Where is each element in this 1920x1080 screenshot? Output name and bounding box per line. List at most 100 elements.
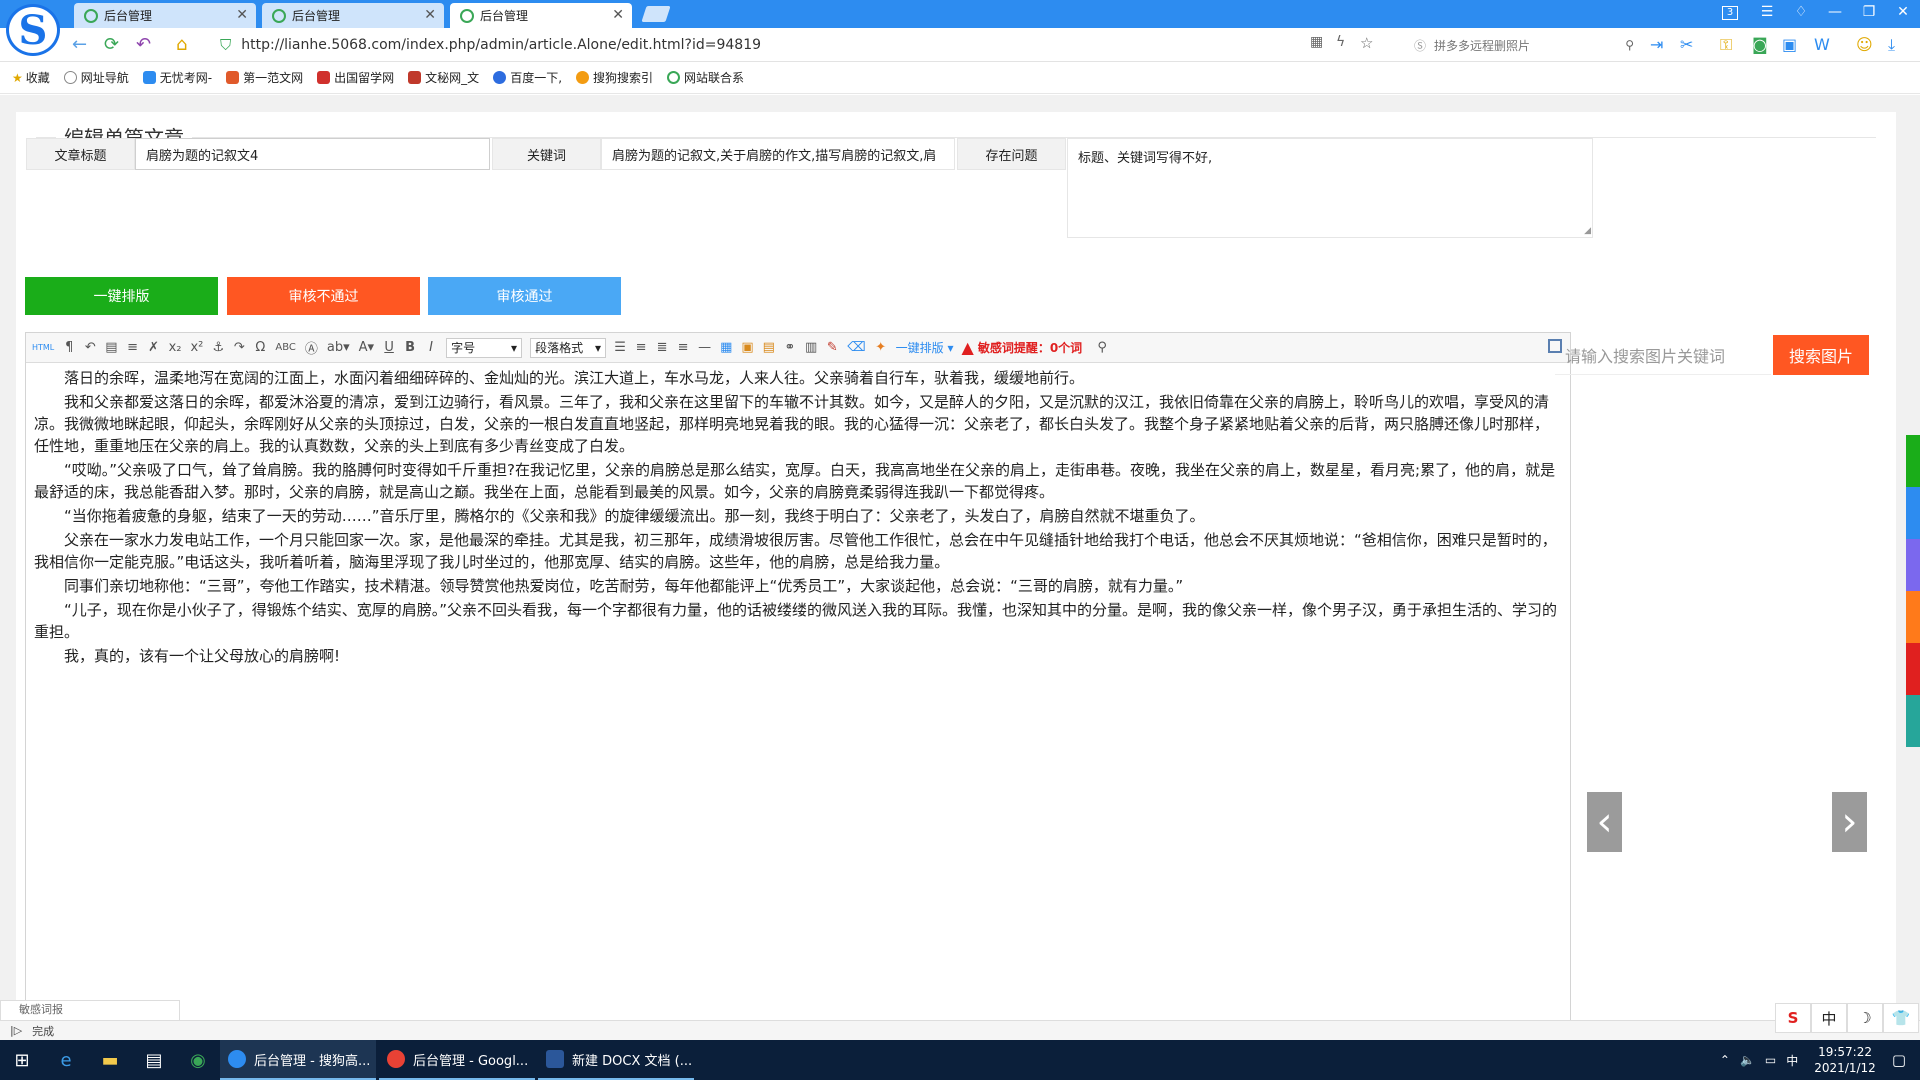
editor-content[interactable]: 落日的余晖，温柔地泻在宽阔的江面上，水面闪着细细碎碎的、金灿灿的光。滨江大道上，… xyxy=(26,363,1570,667)
lightning-icon[interactable]: ϟ xyxy=(1336,34,1345,50)
grid-icon[interactable]: ▦ xyxy=(1310,34,1323,50)
italic-icon[interactable]: I xyxy=(425,340,437,355)
strip-segment[interactable] xyxy=(1906,435,1920,487)
skin-icon[interactable]: ♢ xyxy=(1790,4,1812,20)
browser-tab-3[interactable]: 后台管理 ✕ xyxy=(450,3,632,28)
bookmark-item[interactable]: 文秘网_文 xyxy=(408,69,479,86)
store-icon[interactable]: ▤ xyxy=(132,1040,176,1080)
resize-handle-icon[interactable]: ◢ xyxy=(1584,226,1591,236)
remove-format-icon[interactable]: ✗ xyxy=(148,340,160,355)
strip-segment[interactable] xyxy=(1906,643,1920,695)
strikethrough-icon[interactable]: ABC xyxy=(275,342,296,353)
top-search-input[interactable]: Ⓢ 拼多多远程删照片 ⚲ xyxy=(1414,33,1634,57)
ime-chinese-toggle[interactable]: 中 xyxy=(1811,1003,1847,1033)
star-icon[interactable]: ☆ xyxy=(1360,34,1373,52)
bookmark-item[interactable]: 第一范文网 xyxy=(226,69,303,86)
word-icon[interactable]: W xyxy=(1814,35,1830,54)
edge-icon[interactable]: e xyxy=(44,1040,88,1080)
find-replace-icon[interactable]: ⚭ xyxy=(784,340,796,355)
close-icon[interactable]: ✕ xyxy=(236,7,248,23)
anchor-icon[interactable]: ⚓ xyxy=(212,340,225,355)
brush-icon[interactable]: ✎ xyxy=(826,340,838,355)
refresh-icon[interactable]: ⟳ xyxy=(104,34,119,55)
insert-image-icon[interactable]: ▣ xyxy=(741,340,753,355)
bookmark-item[interactable]: 网址导航 xyxy=(63,69,129,86)
mini-panel-tab[interactable]: 敏感词报 xyxy=(0,1000,180,1020)
new-tab-button[interactable] xyxy=(641,6,671,22)
approve-button[interactable]: 审核通过 xyxy=(428,277,621,315)
html-source-icon[interactable]: HTML xyxy=(32,343,54,352)
menu-icon[interactable]: ☰ xyxy=(1756,4,1778,20)
keywords-input[interactable]: 肩膀为题的记叙文,关于肩膀的作文,描写肩膀的记叙文,肩 xyxy=(601,138,955,170)
url-field[interactable]: ⛉ http://lianhe.5068.com/index.php/admin… xyxy=(220,33,1390,57)
search-icon[interactable]: ⚲ xyxy=(1625,38,1634,52)
window-close-icon[interactable]: ✕ xyxy=(1892,4,1914,20)
ime-skin-icon[interactable]: 👕 xyxy=(1883,1003,1919,1033)
toolbar-typeset-button[interactable]: 一键排版 ▾ xyxy=(896,339,954,356)
bold-icon[interactable]: B xyxy=(404,340,416,355)
network-icon[interactable]: ▭ xyxy=(1765,1053,1776,1067)
scissors-icon[interactable]: ✂ xyxy=(1680,35,1693,54)
taskbar-app[interactable]: 后台管理 - 搜狗高... xyxy=(220,1040,376,1080)
strip-segment[interactable] xyxy=(1906,487,1920,539)
volume-icon[interactable]: 🔈 xyxy=(1740,1053,1755,1067)
typeset-button[interactable]: 一键排版 xyxy=(25,277,218,315)
magic-icon[interactable]: ✦ xyxy=(875,340,887,355)
special-char-icon[interactable]: Ω xyxy=(254,340,266,355)
font-size-select[interactable]: 字号 ▾ xyxy=(446,337,523,358)
bookmark-item[interactable]: 搜狗搜索引 xyxy=(576,69,653,86)
insert-media-icon[interactable]: ▤ xyxy=(763,340,775,355)
ime-moon-icon[interactable]: ☽ xyxy=(1847,1003,1883,1033)
download-icon[interactable]: ⤓ xyxy=(1888,35,1895,55)
prev-arrow-icon[interactable]: ‹ xyxy=(1587,792,1622,852)
home-icon[interactable]: ⌂ xyxy=(176,34,187,55)
bookmark-item[interactable]: 百度一下, xyxy=(493,69,562,86)
extension-icon[interactable]: ⇥ xyxy=(1650,35,1663,54)
game-icon[interactable]: ◙ xyxy=(1752,35,1768,54)
app-icon[interactable]: ◉ xyxy=(176,1040,220,1080)
tab-count-badge[interactable]: 3 xyxy=(1722,6,1738,20)
align-left-icon[interactable]: ≡ xyxy=(635,340,647,355)
taskbar-app[interactable]: 后台管理 - Googl... xyxy=(379,1040,535,1080)
page-break-icon[interactable]: ≡ xyxy=(127,340,139,355)
clock[interactable]: 19:57:22 2021/1/12 xyxy=(1814,1044,1876,1076)
strip-segment[interactable] xyxy=(1906,539,1920,591)
redo-icon[interactable]: ↷ xyxy=(233,340,245,355)
horizontal-rule-icon[interactable]: — xyxy=(698,340,711,355)
ime-sogou-icon[interactable]: S xyxy=(1775,1003,1811,1033)
paste-icon[interactable]: ▥ xyxy=(805,340,817,355)
magnifier-icon[interactable]: ⚲ xyxy=(1096,340,1108,355)
underline-icon[interactable]: U xyxy=(383,340,395,355)
folder-icon[interactable]: ▬ xyxy=(88,1040,132,1080)
paragraph-mark-icon[interactable]: ¶ xyxy=(63,340,75,355)
strip-segment[interactable] xyxy=(1906,591,1920,643)
notification-icon[interactable]: ▢ xyxy=(1892,1051,1906,1069)
title-input[interactable]: 肩膀为题的记叙文4 xyxy=(135,138,490,170)
browser-tab-1[interactable]: 后台管理 ✕ xyxy=(74,3,256,28)
reject-button[interactable]: 审核不通过 xyxy=(227,277,420,315)
strip-segment[interactable] xyxy=(1906,695,1920,747)
font-border-icon[interactable]: Ⓐ xyxy=(305,338,318,357)
back-icon[interactable]: ← xyxy=(72,34,87,55)
bookmark-item[interactable]: 出国留学网 xyxy=(317,69,394,86)
maximize-icon[interactable]: ❐ xyxy=(1858,4,1880,20)
undo-icon[interactable]: ↶ xyxy=(84,340,96,355)
undo-icon[interactable]: ↶ xyxy=(136,34,151,55)
taskbar-app[interactable]: 新建 DOCX 文档 (... xyxy=(538,1040,694,1080)
smile-icon[interactable]: ☺ xyxy=(1856,35,1873,54)
chevron-up-icon[interactable]: ⌃ xyxy=(1720,1053,1730,1067)
windows-start-icon[interactable]: ⊞ xyxy=(0,1040,44,1080)
bookmark-item[interactable]: 无忧考网- xyxy=(142,69,212,86)
next-arrow-icon[interactable]: › xyxy=(1832,792,1867,852)
font-color-icon[interactable]: A▾ xyxy=(359,340,374,355)
problem-textarea[interactable]: 标题、关键词写得不好, ◢ xyxy=(1067,138,1593,238)
ime-indicator-icon[interactable]: 中 xyxy=(1786,1052,1798,1069)
close-icon[interactable]: ✕ xyxy=(612,7,624,23)
justify-icon[interactable]: ☰ xyxy=(614,340,626,355)
subscript-icon[interactable]: x₂ xyxy=(169,340,182,355)
align-center-icon[interactable]: ≣ xyxy=(656,340,668,355)
eraser-icon[interactable]: ⌫ xyxy=(847,340,865,355)
key-icon[interactable]: ⚿ xyxy=(1720,35,1732,55)
highlight-icon[interactable]: ab▾ xyxy=(327,340,350,355)
minimize-icon[interactable]: — xyxy=(1824,4,1846,20)
